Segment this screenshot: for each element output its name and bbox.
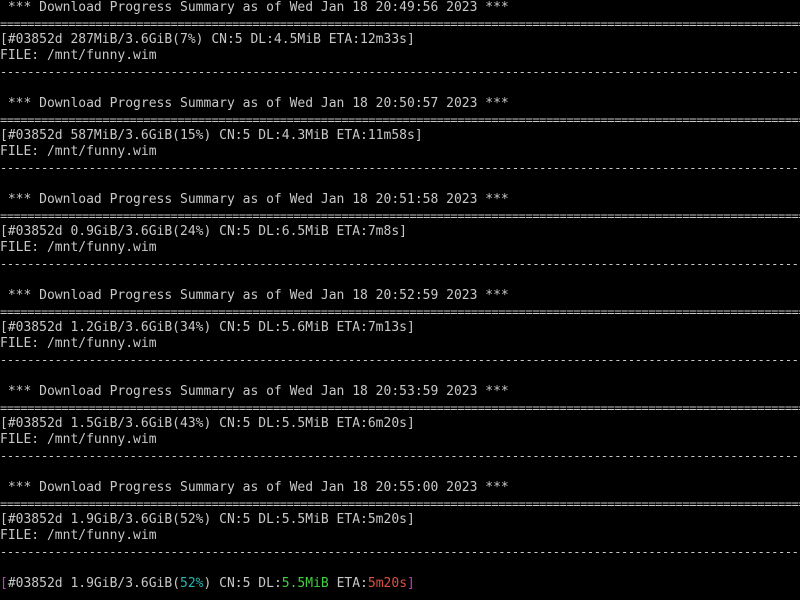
- summary-file: FILE: /mnt/funny.wim: [0, 144, 157, 159]
- summary-file: FILE: /mnt/funny.wim: [0, 432, 157, 447]
- summary-status: [#03852d 1.2GiB/3.6GiB(34%) CN:5 DL:5.6M…: [0, 320, 415, 335]
- double-rule: ========================================…: [0, 497, 800, 511]
- live-gid-size: #03852d 1.9GiB/3.6GiB(: [7, 576, 181, 591]
- summary-block: *** Download Progress Summary as of Wed …: [0, 368, 800, 464]
- live-download-speed: 5.5MiB: [281, 576, 329, 591]
- summary-header: *** Download Progress Summary as of Wed …: [0, 96, 509, 111]
- live-percent: 52%: [180, 576, 204, 591]
- single-rule: ----------------------------------------…: [0, 65, 800, 79]
- summary-block: *** Download Progress Summary as of Wed …: [0, 272, 800, 368]
- summary-status: [#03852d 587MiB/3.6GiB(15%) CN:5 DL:4.3M…: [0, 128, 423, 143]
- live-eta-label: ETA:: [328, 576, 368, 591]
- summary-header: *** Download Progress Summary as of Wed …: [0, 480, 509, 495]
- summary-status: [#03852d 1.9GiB/3.6GiB(52%) CN:5 DL:5.5M…: [0, 512, 415, 527]
- single-rule: ----------------------------------------…: [0, 449, 800, 463]
- summary-list: *** Download Progress Summary as of Wed …: [0, 0, 800, 560]
- live-connections: ) CN:5 DL:: [203, 576, 282, 591]
- single-rule: ----------------------------------------…: [0, 161, 800, 175]
- live-eta: 5m20s: [367, 576, 408, 591]
- summary-file: FILE: /mnt/funny.wim: [0, 528, 157, 543]
- double-rule: ========================================…: [0, 113, 800, 127]
- live-close-bracket: ]: [407, 576, 415, 591]
- summary-header: *** Download Progress Summary as of Wed …: [0, 288, 509, 303]
- terminal-window[interactable]: *** Download Progress Summary as of Wed …: [0, 0, 800, 600]
- live-open-bracket: [: [0, 576, 8, 591]
- summary-status: [#03852d 0.9GiB/3.6GiB(24%) CN:5 DL:6.5M…: [0, 224, 407, 239]
- double-rule: ========================================…: [0, 209, 800, 223]
- summary-block: *** Download Progress Summary as of Wed …: [0, 176, 800, 272]
- summary-file: FILE: /mnt/funny.wim: [0, 336, 157, 351]
- summary-header: *** Download Progress Summary as of Wed …: [0, 384, 509, 399]
- summary-header: *** Download Progress Summary as of Wed …: [0, 0, 509, 15]
- summary-file: FILE: /mnt/funny.wim: [0, 48, 157, 63]
- single-rule: ----------------------------------------…: [0, 257, 800, 271]
- double-rule: ========================================…: [0, 401, 800, 415]
- double-rule: ========================================…: [0, 17, 800, 31]
- summary-header: *** Download Progress Summary as of Wed …: [0, 192, 509, 207]
- double-rule: ========================================…: [0, 305, 800, 319]
- summary-block: *** Download Progress Summary as of Wed …: [0, 464, 800, 560]
- single-rule: ----------------------------------------…: [0, 545, 800, 559]
- summary-status: [#03852d 287MiB/3.6GiB(7%) CN:5 DL:4.5Mi…: [0, 32, 415, 47]
- summary-status: [#03852d 1.5GiB/3.6GiB(43%) CN:5 DL:5.5M…: [0, 416, 415, 431]
- live-progress-line: [#03852d 1.9GiB/3.6GiB(52%) CN:5 DL:5.5M…: [0, 576, 800, 592]
- summary-block: *** Download Progress Summary as of Wed …: [0, 0, 800, 80]
- single-rule: ----------------------------------------…: [0, 353, 800, 367]
- summary-file: FILE: /mnt/funny.wim: [0, 240, 157, 255]
- summary-block: *** Download Progress Summary as of Wed …: [0, 80, 800, 176]
